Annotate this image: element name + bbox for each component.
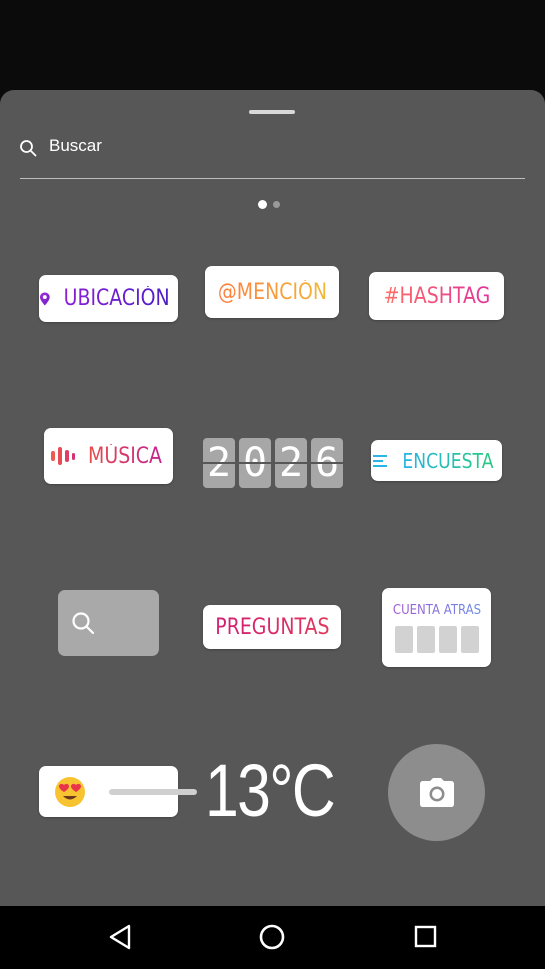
- recents-square-icon[interactable]: [414, 925, 438, 949]
- gif-search-sticker[interactable]: [58, 590, 159, 656]
- countdown-boxes: [394, 625, 479, 653]
- mention-label: @MENCIÓN: [217, 279, 327, 305]
- mention-sticker[interactable]: @MENCIÓN: [205, 266, 339, 318]
- drag-handle[interactable]: [249, 110, 295, 114]
- year-digit: 0: [239, 438, 271, 488]
- location-label: UBICACIÓN: [63, 286, 170, 311]
- year-sticker[interactable]: 2 0 2 6: [203, 438, 343, 488]
- search-underline: [20, 178, 525, 179]
- hashtag-label: #HASHTAG: [383, 283, 490, 309]
- poll-label: ENCUESTA: [401, 448, 494, 473]
- page-dot-active: [258, 200, 267, 209]
- heart-eyes-emoji-icon: [55, 777, 85, 807]
- search-icon: [72, 612, 95, 635]
- hashtag-sticker[interactable]: #HASHTAG: [369, 272, 504, 320]
- year-digit: 6: [311, 438, 343, 488]
- music-sticker[interactable]: MÚSICA: [44, 428, 173, 484]
- slider-track: [109, 789, 197, 795]
- countdown-box: [416, 625, 435, 653]
- countdown-label: CUENTA ATRÁS: [392, 602, 481, 618]
- search-icon: [20, 140, 37, 157]
- location-pin-icon: [39, 292, 50, 305]
- questions-sticker[interactable]: PREGUNTAS: [203, 605, 341, 649]
- search-input[interactable]: Buscar: [49, 136, 102, 156]
- music-bars-icon: [50, 447, 75, 465]
- countdown-box: [460, 625, 479, 653]
- music-label: MÚSICA: [87, 443, 162, 469]
- camera-icon: [420, 778, 454, 807]
- emoji-slider-sticker[interactable]: [39, 766, 197, 817]
- temperature-sticker[interactable]: 13°C: [205, 748, 336, 833]
- back-triangle-icon[interactable]: [108, 924, 132, 950]
- poll-lines-icon: [372, 454, 387, 467]
- system-navigation-bar: [0, 906, 545, 969]
- countdown-box: [394, 625, 413, 653]
- countdown-sticker[interactable]: CUENTA ATRÁS: [382, 588, 491, 667]
- location-sticker[interactable]: UBICACIÓN: [39, 275, 178, 322]
- camera-button[interactable]: [388, 744, 485, 841]
- year-digit: 2: [203, 438, 235, 488]
- home-circle-icon[interactable]: [258, 923, 286, 951]
- year-digit: 2: [275, 438, 307, 488]
- page-dot: [273, 201, 280, 208]
- questions-label: PREGUNTAS: [214, 614, 330, 640]
- poll-sticker[interactable]: ENCUESTA: [371, 440, 502, 481]
- countdown-box: [438, 625, 457, 653]
- page-indicator: [258, 200, 280, 209]
